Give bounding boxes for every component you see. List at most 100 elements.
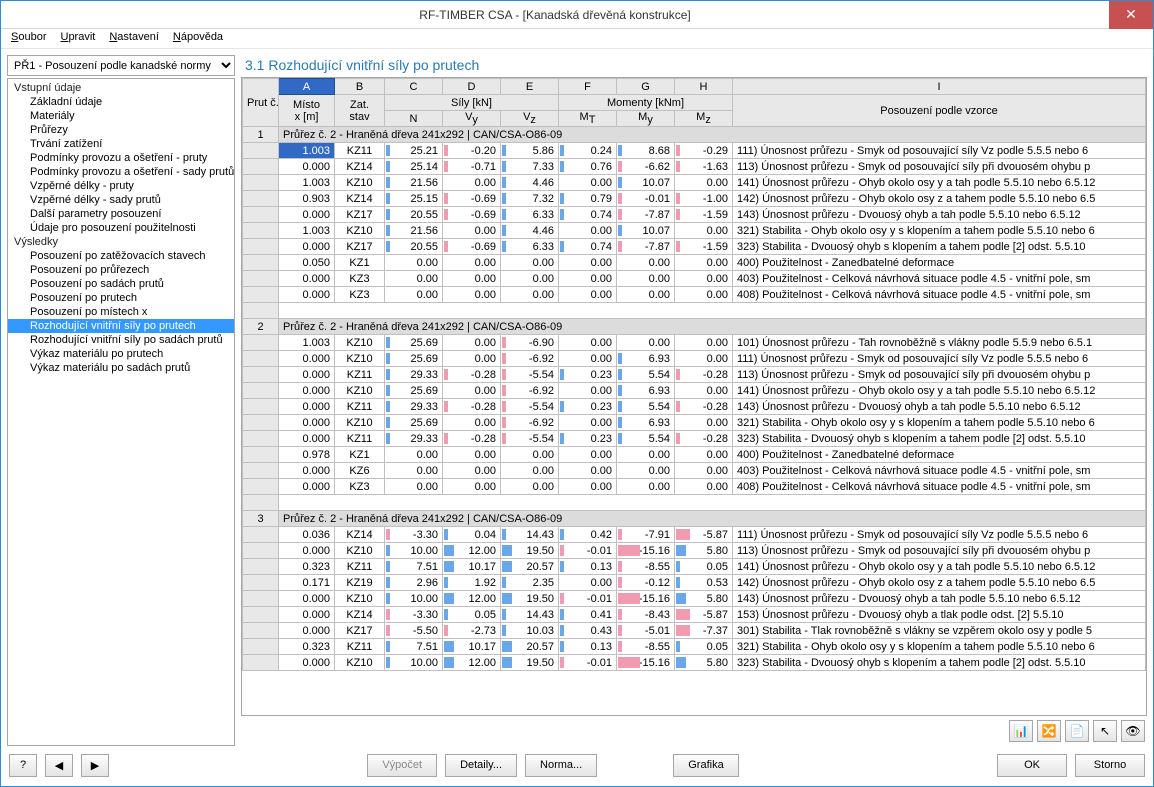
table-row[interactable]: 1.003KZ1021.560.004.460.0010.070.00141) … — [243, 175, 1146, 191]
cell[interactable]: 0.00 — [385, 463, 443, 479]
cell-zat[interactable]: KZ3 — [335, 271, 385, 287]
tree-item[interactable]: Podmínky provozu a ošetření - sady prutů — [8, 165, 234, 179]
cell-zat[interactable]: KZ11 — [335, 639, 385, 655]
row-gutter[interactable] — [243, 591, 279, 607]
cell[interactable]: 0.76 — [559, 159, 617, 175]
cell[interactable]: 12.00 — [443, 655, 501, 671]
table-row[interactable]: 0.036KZ14-3.300.0414.430.42-7.91-5.87111… — [243, 527, 1146, 543]
cell[interactable]: 29.33 — [385, 367, 443, 383]
cell-text[interactable]: 323) Stabilita - Dvouosý ohyb s klopením… — [733, 655, 1146, 671]
cell-zat[interactable]: KZ11 — [335, 431, 385, 447]
cell[interactable]: 0.00 — [559, 335, 617, 351]
cell[interactable]: 0.00 — [385, 255, 443, 271]
table-row[interactable]: 0.000KZ60.000.000.000.000.000.00403) Pou… — [243, 463, 1146, 479]
cell[interactable]: 10.07 — [617, 175, 675, 191]
tree-item[interactable]: Posouzení po zatěžovacích stavech — [8, 249, 234, 263]
cell[interactable]: 0.00 — [617, 271, 675, 287]
cell[interactable]: -6.90 — [501, 335, 559, 351]
table-row[interactable]: 0.000KZ30.000.000.000.000.000.00403) Pou… — [243, 271, 1146, 287]
cell[interactable]: -5.54 — [501, 367, 559, 383]
cell-zat[interactable]: KZ11 — [335, 559, 385, 575]
cell[interactable]: -15.16 — [617, 591, 675, 607]
cell[interactable]: 21.56 — [385, 223, 443, 239]
cell[interactable]: 0.00 — [501, 479, 559, 495]
table-row[interactable]: 0.000KZ1129.33-0.28-5.540.235.54-0.28113… — [243, 367, 1146, 383]
cell-x[interactable]: 1.003 — [279, 335, 335, 351]
cell[interactable]: 0.00 — [559, 383, 617, 399]
cell[interactable]: -6.92 — [501, 351, 559, 367]
col-zat[interactable]: Zat.stav — [335, 95, 385, 127]
cell-x[interactable]: 0.171 — [279, 575, 335, 591]
cell[interactable]: 5.86 — [501, 143, 559, 159]
col-letter[interactable]: C — [385, 79, 443, 95]
cell[interactable]: 19.50 — [501, 543, 559, 559]
row-gutter[interactable] — [243, 287, 279, 303]
table-row[interactable]: 0.000KZ1010.0012.0019.50-0.01-15.165.801… — [243, 543, 1146, 559]
cell[interactable]: 6.93 — [617, 351, 675, 367]
table-row[interactable]: 0.000KZ1129.33-0.28-5.540.235.54-0.28323… — [243, 431, 1146, 447]
table-row[interactable]: 0.978KZ10.000.000.000.000.000.00400) Pou… — [243, 447, 1146, 463]
tree-item[interactable]: Posouzení po prutech — [8, 291, 234, 305]
row-gutter[interactable] — [243, 207, 279, 223]
tree-item[interactable]: Základní údaje — [8, 95, 234, 109]
cell[interactable]: -5.87 — [675, 607, 733, 623]
table-row[interactable]: 0.903KZ1425.15-0.697.320.79-0.01-1.00142… — [243, 191, 1146, 207]
cell-text[interactable]: 321) Stabilita - Ohyb okolo osy y s klop… — [733, 223, 1146, 239]
table-row[interactable]: 0.000KZ1010.0012.0019.50-0.01-15.165.801… — [243, 591, 1146, 607]
cell-x[interactable]: 0.000 — [279, 415, 335, 431]
cell[interactable]: -0.28 — [675, 431, 733, 447]
results-grid[interactable]: Prut č. A B C D E F G H I Místox [ — [241, 77, 1147, 716]
cell[interactable]: 0.00 — [443, 383, 501, 399]
cell[interactable]: 0.00 — [443, 415, 501, 431]
tree-item[interactable]: Materiály — [8, 109, 234, 123]
cell[interactable]: -0.69 — [443, 239, 501, 255]
row-gutter[interactable] — [243, 271, 279, 287]
col-letter[interactable]: H — [675, 79, 733, 95]
cell[interactable]: 0.00 — [675, 447, 733, 463]
cell[interactable]: -15.16 — [617, 655, 675, 671]
cell-x[interactable]: 1.003 — [279, 175, 335, 191]
cell[interactable]: 0.23 — [559, 431, 617, 447]
row-gutter[interactable] — [243, 191, 279, 207]
cell[interactable]: 5.80 — [675, 591, 733, 607]
table-row[interactable]: 0.000KZ1025.690.00-6.920.006.930.00111) … — [243, 351, 1146, 367]
cell-text[interactable]: 111) Únosnost průřezu - Smyk od posouvaj… — [733, 143, 1146, 159]
cell[interactable]: 25.69 — [385, 383, 443, 399]
cell[interactable]: 10.03 — [501, 623, 559, 639]
cell[interactable]: 0.74 — [559, 239, 617, 255]
cell[interactable]: 0.00 — [443, 335, 501, 351]
cell-text[interactable]: 323) Stabilita - Dvouosý ohyb s klopením… — [733, 431, 1146, 447]
cell-x[interactable]: 0.000 — [279, 399, 335, 415]
tree-item[interactable]: Vzpěrné délky - pruty — [8, 179, 234, 193]
col-sily[interactable]: Síly [kN] — [385, 95, 559, 111]
row-gutter[interactable] — [243, 223, 279, 239]
cell[interactable]: -0.01 — [559, 543, 617, 559]
cell[interactable]: 6.33 — [501, 239, 559, 255]
row-gutter[interactable] — [243, 479, 279, 495]
cell-text[interactable]: 142) Únosnost průřezu - Ohyb okolo osy z… — [733, 191, 1146, 207]
cell[interactable]: 0.05 — [675, 559, 733, 575]
cell[interactable]: 4.46 — [501, 175, 559, 191]
cell[interactable]: 0.00 — [617, 479, 675, 495]
cell-text[interactable]: 143) Únosnost průřezu - Dvouosý ohyb a t… — [733, 399, 1146, 415]
cell[interactable]: 0.00 — [675, 335, 733, 351]
tree-item[interactable]: Trvání zatížení — [8, 137, 234, 151]
cell[interactable]: -0.20 — [443, 143, 501, 159]
table-row[interactable]: 0.000KZ1720.55-0.696.330.74-7.87-1.59323… — [243, 239, 1146, 255]
cell[interactable]: 0.00 — [501, 287, 559, 303]
cell[interactable]: 0.00 — [675, 463, 733, 479]
row-gutter[interactable] — [243, 447, 279, 463]
col-mz[interactable]: Mz — [675, 111, 733, 127]
cell[interactable]: 0.00 — [501, 271, 559, 287]
cell[interactable]: -0.01 — [617, 191, 675, 207]
row-gutter[interactable] — [243, 239, 279, 255]
cell[interactable]: 20.55 — [385, 239, 443, 255]
cell-x[interactable]: 1.003 — [279, 143, 335, 159]
col-misto[interactable]: Místox [m] — [279, 95, 335, 127]
cell-text[interactable]: 321) Stabilita - Ohyb okolo osy y s klop… — [733, 415, 1146, 431]
tree-item[interactable]: Posouzení po místech x — [8, 305, 234, 319]
cell[interactable]: 0.41 — [559, 607, 617, 623]
cell-text[interactable]: 141) Únosnost průřezu - Ohyb okolo osy y… — [733, 175, 1146, 191]
cell[interactable]: 0.23 — [559, 399, 617, 415]
cell[interactable]: 0.00 — [501, 463, 559, 479]
